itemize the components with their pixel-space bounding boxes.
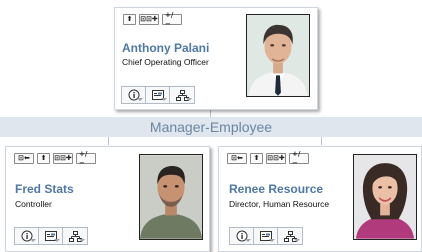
employee-name[interactable]: Renee Resource: [229, 182, 323, 196]
manager-card[interactable]: ⬆ ⊡⊡✚ +/− Anthony Palani Chief Operating…: [114, 7, 318, 110]
manager-actions: [121, 86, 195, 104]
move-left-button[interactable]: ⊡⬅: [14, 153, 34, 164]
collapse-toggle-button[interactable]: +/−: [289, 150, 309, 167]
contact-card-icon[interactable]: [39, 228, 63, 244]
expand-org-button[interactable]: ⊡⊡✚: [266, 153, 286, 164]
move-left-button[interactable]: ⊡⬅: [227, 153, 247, 164]
manager-title: Chief Operating Officer: [122, 57, 209, 67]
expand-org-button[interactable]: ⊡⊡✚: [53, 153, 73, 164]
employee-title: Controller: [15, 199, 52, 209]
employee-card-renee[interactable]: ⊡⬅ ⬆ ⊡⊡✚ +/− Renee Resource Director, Hu…: [218, 146, 422, 252]
manager-name[interactable]: Anthony Palani: [122, 41, 209, 55]
connector-right: [321, 136, 322, 145]
employee-toolbar: ⊡⬅ ⬆ ⊡⊡✚ +/−: [227, 150, 309, 167]
person-photo-icon: [246, 14, 310, 97]
employee-title: Director, Human Resource: [229, 199, 330, 209]
expand-org-button[interactable]: ⊡⊡✚: [139, 14, 159, 25]
collapse-toggle-button[interactable]: +/−: [76, 150, 96, 167]
contact-card-icon[interactable]: [146, 87, 170, 103]
manager-toolbar: ⬆ ⊡⊡✚ +/−: [123, 11, 182, 28]
employee-name[interactable]: Fred Stats: [15, 182, 74, 196]
person-photo-icon: [353, 154, 417, 240]
collapse-toggle-button[interactable]: +/−: [162, 11, 182, 28]
person-photo-icon: [139, 154, 203, 240]
org-chart-icon[interactable]: [170, 87, 194, 103]
info-icon[interactable]: [122, 87, 146, 103]
section-label: Manager-Employee: [149, 119, 273, 135]
org-chart-icon[interactable]: [63, 228, 87, 244]
employee-toolbar: ⊡⬅ ⬆ ⊡⊡✚ +/−: [14, 150, 96, 167]
employee-card-fred[interactable]: ⊡⬅ ⬆ ⊡⊡✚ +/− Fred Stats Controller: [5, 146, 210, 252]
org-chart-icon[interactable]: [278, 228, 302, 244]
info-icon[interactable]: [15, 228, 39, 244]
connector-left: [108, 136, 109, 145]
move-up-button[interactable]: ⬆: [37, 153, 50, 164]
move-up-button[interactable]: ⬆: [123, 14, 136, 25]
employee-actions: [229, 227, 303, 245]
contact-card-icon[interactable]: [254, 228, 278, 244]
move-up-button[interactable]: ⬆: [250, 153, 263, 164]
employee-actions: [14, 227, 88, 245]
info-icon[interactable]: [230, 228, 254, 244]
